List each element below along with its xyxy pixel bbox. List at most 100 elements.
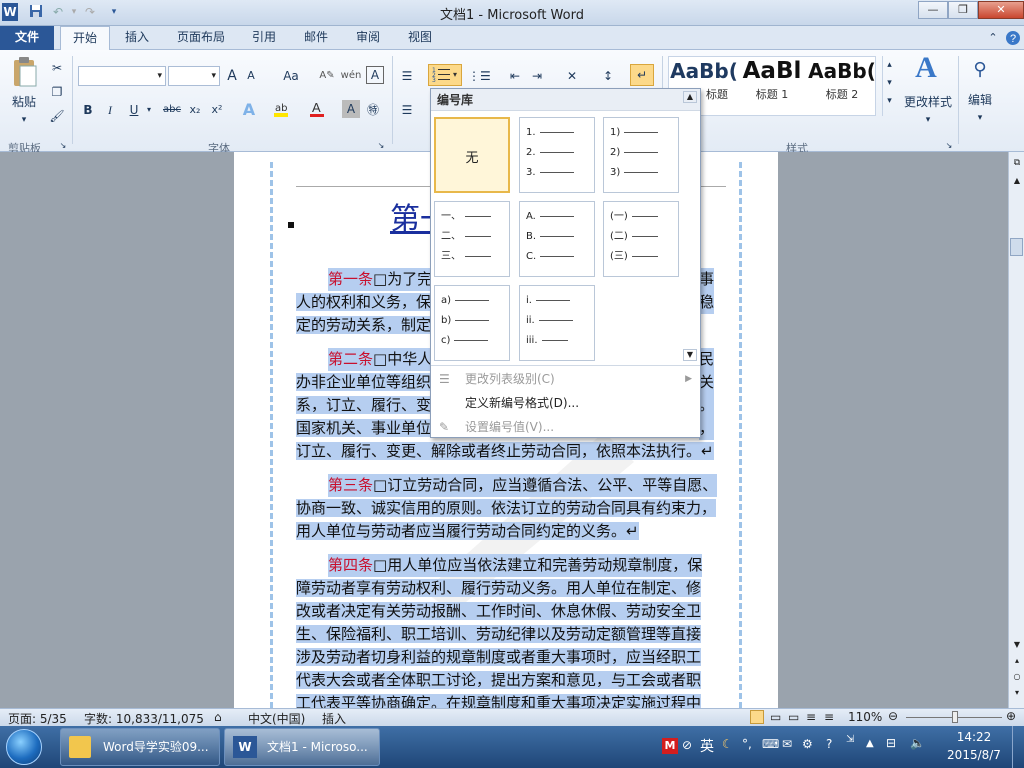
superscript-button[interactable]: x² (208, 100, 226, 120)
paste-dropdown-icon[interactable]: ▾ (18, 110, 30, 130)
phonetic-guide-icon[interactable]: wén (340, 66, 362, 86)
set-numbering-value-item[interactable]: ✎ 设置编号值(V)... (431, 415, 700, 439)
show-desktop-button[interactable] (1012, 726, 1024, 768)
change-list-level-item[interactable]: ☰ 更改列表级别(C) ▶ (431, 367, 700, 391)
multilevel-list-icon[interactable]: ⋮☰ (468, 66, 491, 86)
network-icon[interactable]: ⊟ (886, 736, 896, 750)
change-styles-button[interactable]: 更改样式 (900, 92, 956, 112)
language-indicator[interactable]: 中文(中国) (248, 710, 305, 727)
page-count[interactable]: 页面: 5/35 (8, 710, 67, 727)
help-icon[interactable]: ? (1004, 26, 1022, 50)
tab-review[interactable]: 审阅 (348, 26, 388, 50)
bold-button[interactable]: B (80, 100, 96, 120)
web-layout-icon[interactable]: ▭ (788, 710, 799, 724)
ime-tools-icon[interactable]: ⚙ (802, 737, 813, 751)
scroll-down-arrow[interactable]: ▼ (1011, 640, 1023, 652)
collapse-ribbon-icon[interactable]: ⌃ (986, 26, 1000, 50)
ruler-toggle-icon[interactable]: ⧉ (1011, 158, 1023, 172)
cut-icon[interactable]: ✂ (48, 58, 66, 78)
draft-view-icon[interactable]: ≡ (824, 710, 834, 724)
define-new-number-format-item[interactable]: 定义新编号格式(D)... (431, 391, 700, 415)
ime-punctuation-icon[interactable]: °, (742, 737, 752, 751)
find-binoculars-icon[interactable]: ⚲ (966, 60, 994, 80)
grow-font-icon[interactable]: A (224, 66, 240, 86)
numbering-option-abc-upper[interactable]: A. B. C. (519, 201, 595, 277)
styles-scroll-icon[interactable]: ▴ ▾ ▾ (882, 56, 896, 116)
format-painter-icon[interactable]: 🖌 (48, 106, 66, 126)
character-shading-icon[interactable]: A (342, 100, 360, 118)
ime-keyboard-icon[interactable]: ⌨ (762, 737, 779, 751)
increase-indent-icon[interactable]: ⇥ (528, 66, 546, 86)
next-page-icon[interactable]: ▾ (1011, 688, 1023, 700)
previous-page-icon[interactable]: ▴ (1011, 656, 1023, 668)
word-count[interactable]: 字数: 10,833/11,075 (84, 710, 204, 727)
font-launcher-icon[interactable]: ↘ (376, 136, 386, 156)
insert-mode-indicator[interactable]: 插入 (322, 710, 346, 727)
zoom-level[interactable]: 110% (848, 710, 882, 724)
ime-moon-icon[interactable]: ☾ (722, 737, 733, 751)
clock-date[interactable]: 2015/8/7 (940, 748, 1008, 762)
tab-mailings[interactable]: 邮件 (296, 26, 336, 50)
show-formatting-marks-button[interactable]: ↵ (630, 64, 654, 86)
scroll-thumb[interactable] (1010, 238, 1023, 256)
full-screen-reading-icon[interactable]: ▭ (770, 710, 781, 724)
select-browse-object-icon[interactable]: ○ (1011, 672, 1023, 684)
text-effects-icon[interactable]: A (240, 100, 258, 120)
tab-view[interactable]: 视图 (400, 26, 440, 50)
tab-file[interactable]: 文件 (0, 26, 54, 50)
vertical-scrollbar[interactable]: ⧉ ▲ ▼ ▴ ○ ▾ (1008, 152, 1024, 708)
numbering-option-roman[interactable]: i. ii. iii. (519, 285, 595, 361)
font-name-combo[interactable]: ▾ (78, 66, 166, 86)
numbering-none-option[interactable]: 无 (434, 117, 510, 193)
close-button[interactable]: ✕ (978, 1, 1024, 19)
numbering-option-chinese[interactable]: 一、 二、 三、 (434, 201, 510, 277)
font-size-combo[interactable]: ▾ (168, 66, 220, 86)
character-border-icon[interactable]: A (366, 66, 384, 84)
style-heading-2[interactable]: AaBb( 标题 2 (808, 56, 876, 116)
numbering-option-chinese-paren[interactable]: (一) (二) (三) (603, 201, 679, 277)
sort-icon[interactable]: ↕ (598, 66, 618, 86)
numbering-option-123-paren[interactable]: 1) 2) 3) (603, 117, 679, 193)
tab-references[interactable]: 引用 (244, 26, 284, 50)
subscript-button[interactable]: x₂ (186, 100, 204, 120)
show-hidden-icons-icon[interactable]: ▲ (866, 738, 874, 749)
start-button[interactable] (6, 729, 42, 765)
taskbar-item-explorer[interactable]: Word导学实验09... (60, 728, 220, 766)
numbering-option-abc-lower[interactable]: a) b) c) (434, 285, 510, 361)
tab-home[interactable]: 开始 (60, 26, 110, 51)
clock-time[interactable]: 14:22 (944, 730, 1004, 744)
align-left-icon[interactable]: ☰ (398, 100, 416, 120)
style-heading-1[interactable]: AaBl 标题 1 (738, 56, 806, 116)
scroll-up-arrow[interactable]: ▲ (1011, 176, 1023, 188)
font-color-icon[interactable]: A (308, 100, 326, 124)
underline-button[interactable]: U (126, 100, 142, 120)
underline-dropdown-icon[interactable]: ▾ (144, 100, 154, 120)
enclose-characters-icon[interactable]: ㊕ (364, 100, 382, 120)
proofing-icon[interactable]: ⌂ (214, 710, 222, 724)
numbering-option-123-dot[interactable]: 1. 2. 3. (519, 117, 595, 193)
taskbar-item-word[interactable]: W 文档1 - Microso... (224, 728, 380, 766)
paste-icon[interactable] (8, 56, 42, 90)
tab-insert[interactable]: 插入 (116, 26, 158, 50)
gallery-scroll-down-arrow[interactable]: ▼ (683, 349, 697, 361)
outline-view-icon[interactable]: ≡ (806, 710, 816, 724)
shrink-font-icon[interactable]: A (244, 66, 258, 86)
change-case-icon[interactable]: Aa (278, 66, 304, 86)
chinese-layout-icon[interactable]: ✕ (560, 66, 584, 86)
strikethrough-button[interactable]: abc (160, 100, 184, 120)
ime-mode-icon[interactable]: ⊘ (682, 738, 692, 752)
highlight-icon[interactable]: ab (272, 100, 290, 124)
restore-button[interactable]: ❐ (948, 1, 978, 19)
bullets-icon[interactable]: ☰ (398, 66, 416, 86)
gallery-scroll-up-arrow[interactable]: ▲ (683, 91, 697, 103)
ime-skin-icon[interactable]: ✉ (782, 737, 792, 751)
print-layout-view-icon[interactable] (750, 710, 764, 724)
zoom-slider-thumb[interactable] (952, 711, 958, 723)
ime-language-indicator[interactable]: 英 (700, 736, 714, 756)
tab-page-layout[interactable]: 页面布局 (170, 26, 232, 50)
edit-button[interactable]: 编辑 (962, 90, 998, 110)
ime-options-icon[interactable]: ⇲ (846, 734, 854, 745)
copy-icon[interactable]: ❐ (48, 82, 66, 102)
minimize-button[interactable]: — (918, 1, 948, 19)
change-styles-icon[interactable]: A (906, 53, 946, 83)
